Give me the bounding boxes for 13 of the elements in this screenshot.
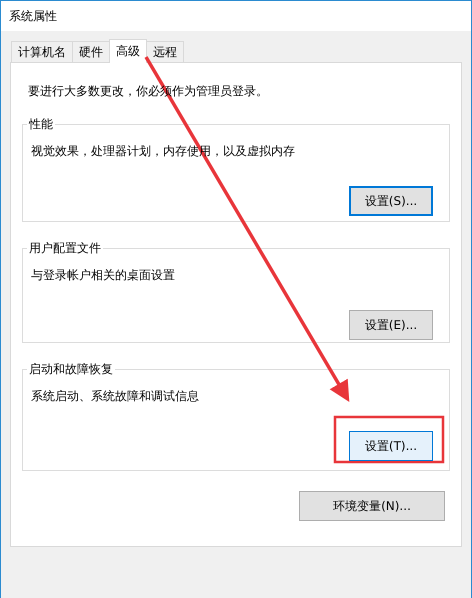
settings-button[interactable]: 设置(E)... xyxy=(349,310,433,340)
window-title: 系统属性 xyxy=(9,8,57,24)
tab[interactable]: 高级 xyxy=(109,39,147,63)
group-title: 用户配置文件 xyxy=(28,240,102,257)
group-description: 系统启动、系统故障和调试信息 xyxy=(31,388,200,405)
tab[interactable]: 远程 xyxy=(146,41,184,62)
group-description: 与登录帐户相关的桌面设置 xyxy=(31,267,176,284)
settings-button[interactable]: 设置(T)... xyxy=(349,431,433,461)
environment-variables-button[interactable]: 环境变量(N)... xyxy=(299,491,445,521)
group-title: 性能 xyxy=(28,116,54,133)
settings-button[interactable]: 设置(S)... xyxy=(349,186,433,216)
group-title: 启动和故障恢复 xyxy=(28,361,114,378)
tab[interactable]: 计算机名 xyxy=(11,41,73,62)
